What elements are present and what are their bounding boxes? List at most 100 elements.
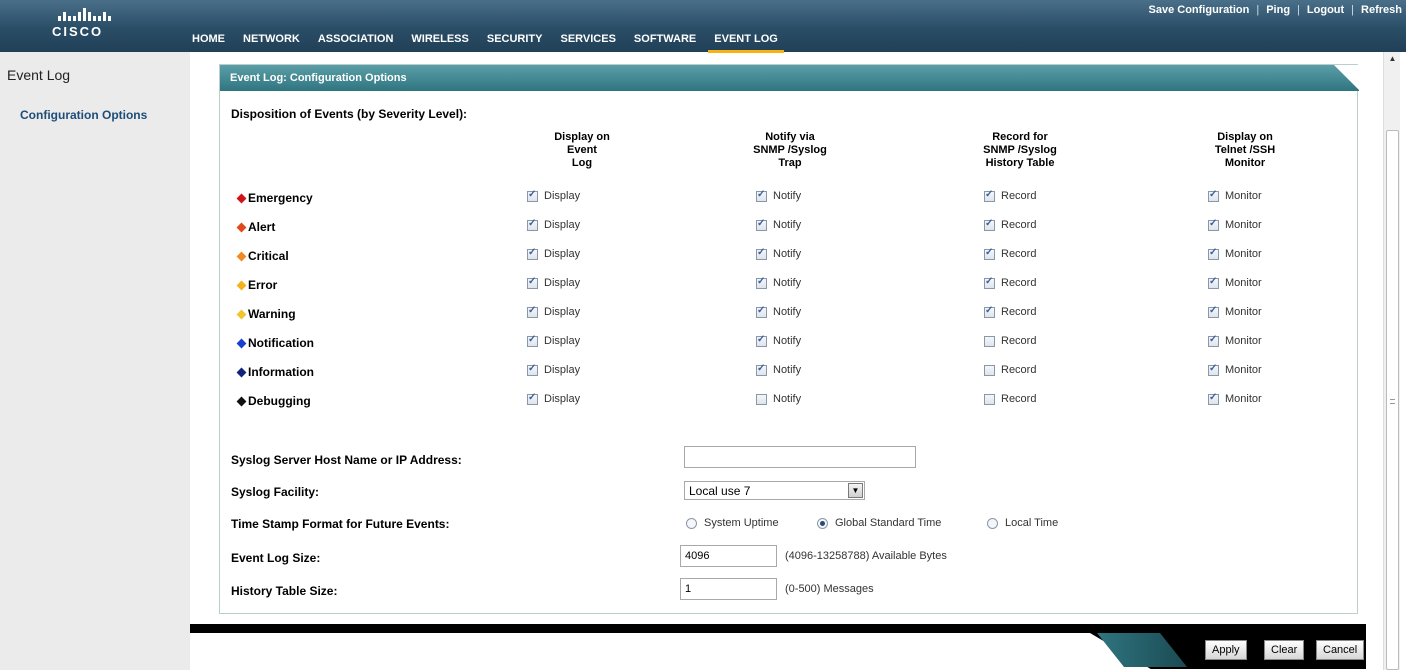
monitor-checkbox[interactable]: [1208, 189, 1219, 202]
scroll-grip-icon: [1390, 399, 1395, 404]
monitor-checkbox[interactable]: [1208, 276, 1219, 289]
record-option[interactable]: Record: [984, 218, 1036, 231]
monitor-checkbox[interactable]: [1208, 305, 1219, 318]
record-option[interactable]: Record: [984, 247, 1036, 260]
vertical-scrollbar[interactable]: ▲: [1383, 52, 1400, 670]
radio-local-time[interactable]: Local Time: [987, 517, 1058, 529]
clear-button[interactable]: Clear: [1264, 640, 1305, 660]
dropdown-arrow-icon[interactable]: ▼: [848, 483, 863, 498]
checkbox-label: Monitor: [1225, 190, 1262, 202]
display-checkbox[interactable]: [527, 189, 538, 202]
scroll-thumb[interactable]: [1386, 130, 1399, 670]
notify-checkbox[interactable]: [756, 363, 767, 376]
monitor-checkbox[interactable]: [1208, 218, 1219, 231]
display-option[interactable]: Display: [527, 334, 580, 347]
monitor-option[interactable]: Monitor: [1208, 392, 1262, 405]
record-option[interactable]: Record: [984, 335, 1036, 347]
severity-label: Error: [236, 278, 277, 292]
syslog-host-input[interactable]: [684, 446, 916, 468]
notify-option[interactable]: Notify: [756, 393, 801, 405]
record-checkbox[interactable]: [984, 364, 995, 376]
radio-global-standard-time[interactable]: Global Standard Time: [817, 517, 941, 529]
nav-association[interactable]: ASSOCIATION: [318, 33, 394, 45]
nav-network[interactable]: NETWORK: [243, 33, 300, 45]
display-checkbox[interactable]: [527, 334, 538, 347]
record-checkbox[interactable]: [984, 276, 995, 289]
record-option[interactable]: Record: [984, 189, 1036, 202]
monitor-option[interactable]: Monitor: [1208, 334, 1262, 347]
monitor-option[interactable]: Monitor: [1208, 218, 1262, 231]
monitor-option[interactable]: Monitor: [1208, 189, 1262, 202]
event-log-size-input[interactable]: [680, 545, 777, 567]
display-option[interactable]: Display: [527, 363, 580, 376]
severity-label: Warning: [236, 307, 296, 321]
record-checkbox[interactable]: [984, 335, 995, 347]
severity-label: Emergency: [236, 191, 313, 205]
refresh-link[interactable]: Refresh: [1361, 4, 1402, 16]
notify-option[interactable]: Notify: [756, 305, 801, 318]
monitor-option[interactable]: Monitor: [1208, 305, 1262, 318]
record-option[interactable]: Record: [984, 364, 1036, 376]
display-option[interactable]: Display: [527, 189, 580, 202]
radio-button-icon[interactable]: [686, 517, 697, 529]
logout-link[interactable]: Logout: [1307, 4, 1344, 16]
syslog-facility-select[interactable]: Local use 7 ▼: [684, 481, 865, 500]
monitor-checkbox[interactable]: [1208, 247, 1219, 260]
apply-button[interactable]: Apply: [1205, 640, 1247, 660]
display-checkbox[interactable]: [527, 218, 538, 231]
nav-home[interactable]: HOME: [192, 33, 225, 45]
notify-checkbox[interactable]: [756, 393, 767, 405]
notify-option[interactable]: Notify: [756, 247, 801, 260]
sidebar-item-configuration-options[interactable]: Configuration Options: [20, 108, 147, 122]
radio-button-icon[interactable]: [987, 517, 998, 529]
monitor-option[interactable]: Monitor: [1208, 363, 1262, 376]
display-option[interactable]: Display: [527, 392, 580, 405]
save-configuration-link[interactable]: Save Configuration: [1149, 4, 1250, 16]
display-option[interactable]: Display: [527, 218, 580, 231]
display-checkbox[interactable]: [527, 305, 538, 318]
notify-option[interactable]: Notify: [756, 334, 801, 347]
nav-services[interactable]: SERVICES: [560, 33, 615, 45]
record-checkbox[interactable]: [984, 218, 995, 231]
display-option[interactable]: Display: [527, 247, 580, 260]
display-checkbox[interactable]: [527, 363, 538, 376]
monitor-checkbox[interactable]: [1208, 363, 1219, 376]
monitor-option[interactable]: Monitor: [1208, 247, 1262, 260]
notify-option[interactable]: Notify: [756, 276, 801, 289]
severity-diamond-icon: [236, 222, 247, 232]
radio-button-icon[interactable]: [817, 517, 828, 529]
nav-event-log[interactable]: EVENT LOG: [708, 33, 784, 53]
scroll-up-arrow-icon[interactable]: ▲: [1384, 54, 1401, 68]
notify-checkbox[interactable]: [756, 218, 767, 231]
notify-checkbox[interactable]: [756, 276, 767, 289]
monitor-option[interactable]: Monitor: [1208, 276, 1262, 289]
history-table-size-input[interactable]: [680, 578, 777, 600]
notify-checkbox[interactable]: [756, 334, 767, 347]
nav-wireless[interactable]: WIRELESS: [411, 33, 468, 45]
record-option[interactable]: Record: [984, 305, 1036, 318]
notify-checkbox[interactable]: [756, 247, 767, 260]
ping-link[interactable]: Ping: [1266, 4, 1290, 16]
record-checkbox[interactable]: [984, 189, 995, 202]
record-option[interactable]: Record: [984, 393, 1036, 405]
record-option[interactable]: Record: [984, 276, 1036, 289]
nav-security[interactable]: SECURITY: [487, 33, 543, 45]
notify-option[interactable]: Notify: [756, 218, 801, 231]
notify-option[interactable]: Notify: [756, 363, 801, 376]
monitor-checkbox[interactable]: [1208, 392, 1219, 405]
notify-checkbox[interactable]: [756, 189, 767, 202]
cancel-button[interactable]: Cancel: [1316, 640, 1365, 660]
monitor-checkbox[interactable]: [1208, 334, 1219, 347]
record-checkbox[interactable]: [984, 247, 995, 260]
display-checkbox[interactable]: [527, 392, 538, 405]
radio-system-uptime[interactable]: System Uptime: [686, 517, 779, 529]
display-option[interactable]: Display: [527, 276, 580, 289]
nav-software[interactable]: SOFTWARE: [634, 33, 696, 45]
notify-checkbox[interactable]: [756, 305, 767, 318]
display-option[interactable]: Display: [527, 305, 580, 318]
record-checkbox[interactable]: [984, 393, 995, 405]
display-checkbox[interactable]: [527, 276, 538, 289]
notify-option[interactable]: Notify: [756, 189, 801, 202]
record-checkbox[interactable]: [984, 305, 995, 318]
display-checkbox[interactable]: [527, 247, 538, 260]
